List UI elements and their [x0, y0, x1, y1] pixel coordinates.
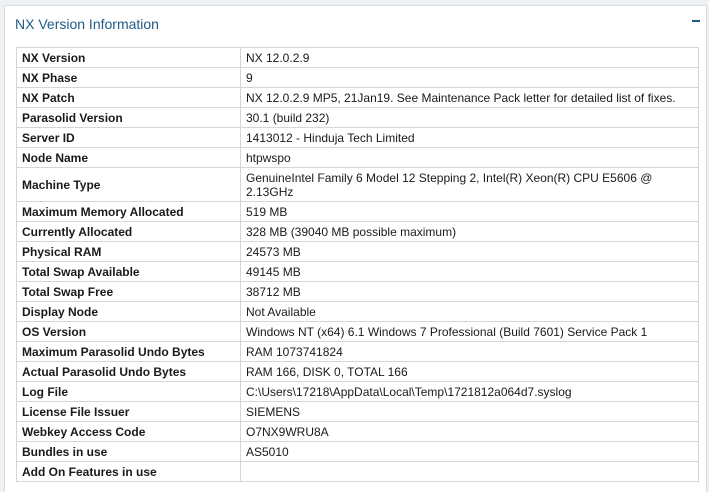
row-key: License File Issuer [16, 401, 241, 422]
row-key: Node Name [16, 147, 241, 168]
row-value: NX 12.0.2.9 MP5, 21Jan19. See Maintenanc… [240, 87, 699, 108]
row-value: C:\Users\17218\AppData\Local\Temp\172181… [240, 381, 699, 402]
row-value: 24573 MB [240, 241, 699, 262]
version-info-table: NX Version NX 12.0.2.9 NX Phase 9 NX Patch… [16, 47, 699, 482]
row-value: 519 MB [240, 201, 699, 222]
table-row: Currently Allocated 328 MB (39040 MB poss… [16, 221, 699, 242]
table-row: Webkey Access Code O7NX9WRU8A [16, 421, 699, 442]
row-value: 49145 MB [240, 261, 699, 282]
row-value: htpwspo [240, 147, 699, 168]
row-key: Add On Features in use [16, 461, 241, 482]
table-row: Log File C:\Users\17218\AppData\Local\Tem… [16, 381, 699, 402]
row-key: Actual Parasolid Undo Bytes [16, 361, 241, 382]
table-row: Total Swap Free 38712 MB [16, 281, 699, 302]
table-row: Total Swap Available 49145 MB [16, 261, 699, 282]
row-value: Windows NT (x64) 6.1 Windows 7 Professio… [240, 321, 699, 342]
table-row: Maximum Parasolid Undo Bytes RAM 10737418… [16, 341, 699, 362]
row-key: Physical RAM [16, 241, 241, 262]
row-value: AS5010 [240, 441, 699, 462]
row-value: NX 12.0.2.9 [240, 47, 699, 68]
table-row: OS Version Windows NT (x64) 6.1 Windows 7… [16, 321, 699, 342]
row-value: Not Available [240, 301, 699, 322]
nx-version-info-panel: NX Version Information NX Version NX 12.0… [4, 5, 707, 492]
row-value: 38712 MB [240, 281, 699, 302]
table-row: Display Node Not Available [16, 301, 699, 322]
row-key: Parasolid Version [16, 107, 241, 128]
collapse-icon[interactable] [692, 20, 700, 22]
table-row: Machine Type GenuineIntel Family 6 Model … [16, 167, 699, 202]
row-key: Server ID [16, 127, 241, 148]
table-row: License File Issuer SIEMENS [16, 401, 699, 422]
row-value [240, 461, 699, 482]
row-value: 30.1 (build 232) [240, 107, 699, 128]
table-row: NX Patch NX 12.0.2.9 MP5, 21Jan19. See Ma… [16, 87, 699, 108]
row-key: Display Node [16, 301, 241, 322]
row-key: NX Patch [16, 87, 241, 108]
table-row: Maximum Memory Allocated 519 MB [16, 201, 699, 222]
table-row: NX Version NX 12.0.2.9 [16, 47, 699, 68]
row-key: Maximum Memory Allocated [16, 201, 241, 222]
row-key: Total Swap Available [16, 261, 241, 282]
table-row: Add On Features in use [16, 461, 699, 482]
table-row: NX Phase 9 [16, 67, 699, 88]
row-value: 1413012 - Hinduja Tech Limited [240, 127, 699, 148]
row-key: Maximum Parasolid Undo Bytes [16, 341, 241, 362]
table-row: Bundles in use AS5010 [16, 441, 699, 462]
row-key: Bundles in use [16, 441, 241, 462]
row-value: O7NX9WRU8A [240, 421, 699, 442]
page-background: NX Version Information NX Version NX 12.0… [0, 0, 709, 492]
row-value: RAM 166, DISK 0, TOTAL 166 [240, 361, 699, 382]
row-key: Total Swap Free [16, 281, 241, 302]
row-value: SIEMENS [240, 401, 699, 422]
row-key: NX Phase [16, 67, 241, 88]
row-value: RAM 1073741824 [240, 341, 699, 362]
table-row: Parasolid Version 30.1 (build 232) [16, 107, 699, 128]
table-row: Actual Parasolid Undo Bytes RAM 166, DISK… [16, 361, 699, 382]
row-key: Webkey Access Code [16, 421, 241, 442]
row-value: GenuineIntel Family 6 Model 12 Stepping … [240, 167, 699, 202]
table-row: Node Name htpwspo [16, 147, 699, 168]
panel-title: NX Version Information [15, 16, 159, 32]
row-key: Machine Type [16, 167, 241, 202]
table-row: Server ID 1413012 - Hinduja Tech Limited [16, 127, 699, 148]
row-value: 9 [240, 67, 699, 88]
row-key: Log File [16, 381, 241, 402]
row-key: Currently Allocated [16, 221, 241, 242]
table-row: Physical RAM 24573 MB [16, 241, 699, 262]
row-key: OS Version [16, 321, 241, 342]
row-key: NX Version [16, 47, 241, 68]
row-value: 328 MB (39040 MB possible maximum) [240, 221, 699, 242]
